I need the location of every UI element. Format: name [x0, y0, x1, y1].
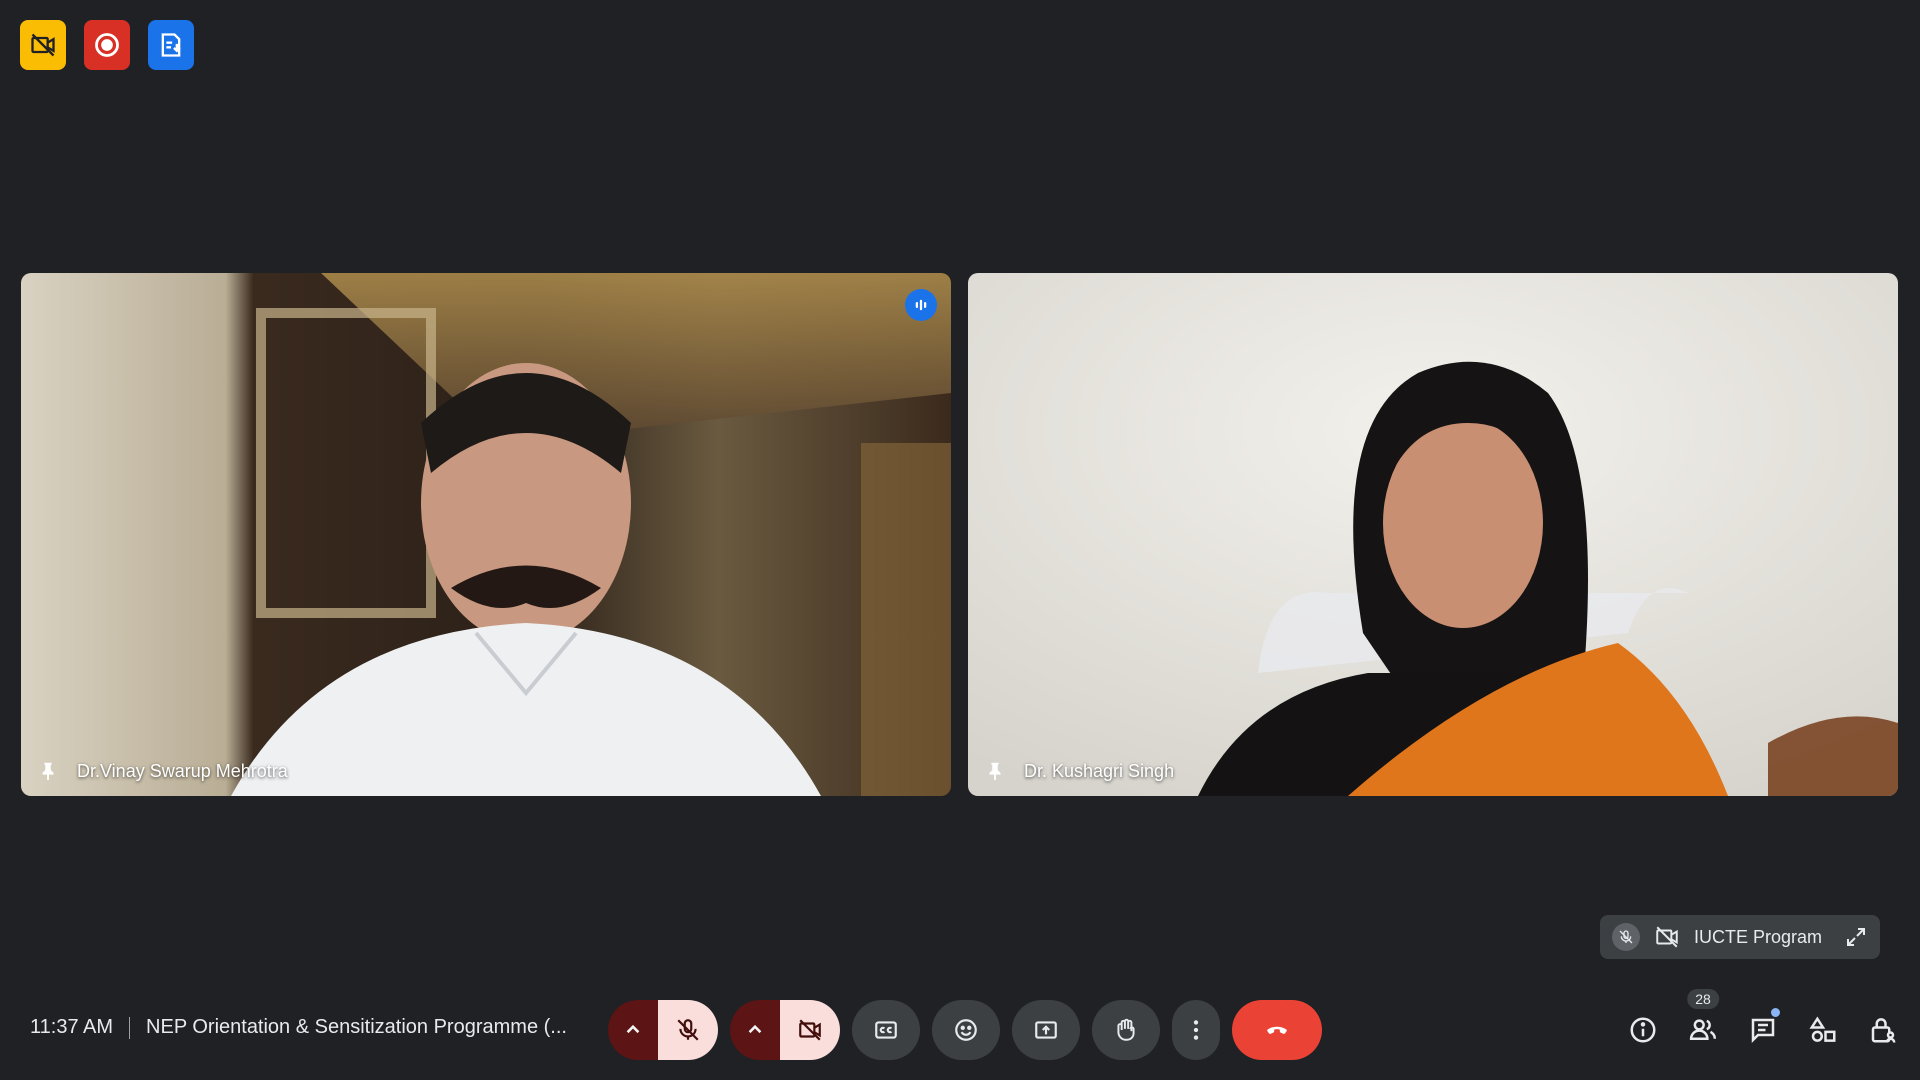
- self-view-tile[interactable]: IUCTE Program: [1600, 915, 1880, 959]
- meeting-details-button[interactable]: [1628, 1006, 1658, 1054]
- meeting-tools: 28: [1628, 989, 1898, 1054]
- no-video-indicator[interactable]: [20, 20, 66, 70]
- people-icon: [1689, 1019, 1717, 1040]
- lock-person-icon: [1871, 1018, 1896, 1043]
- chevron-up-icon: [748, 1024, 762, 1034]
- people-button[interactable]: 28: [1687, 989, 1719, 1054]
- self-view-name: IUCTE Program: [1694, 926, 1823, 947]
- present-screen-icon: [1035, 1021, 1057, 1039]
- mic-off-icon: [677, 1019, 699, 1041]
- participant-video: [968, 273, 1898, 796]
- participant-name-label: Dr.Vinay Swarup Mehrotra: [37, 760, 288, 782]
- divider: [129, 1016, 131, 1039]
- meeting-details: 11:37 AM NEP Orientation & Sensitization…: [30, 1016, 567, 1039]
- transcript-indicator[interactable]: [148, 20, 194, 70]
- speaking-indicator: [905, 289, 937, 321]
- raise-hand-button[interactable]: [1092, 1000, 1160, 1060]
- participant-name: Dr. Kushagri Singh: [1024, 760, 1175, 781]
- audio-level-icon: [915, 299, 927, 311]
- participant-tile[interactable]: Dr.Vinay Swarup Mehrotra: [21, 273, 951, 796]
- mic-off-icon: [1619, 930, 1633, 944]
- participant-video: [21, 273, 951, 796]
- closed-captions-icon: [875, 1021, 897, 1039]
- no-video-icon: [31, 33, 55, 57]
- emoji-icon: [955, 1019, 977, 1041]
- activities-button[interactable]: [1808, 1006, 1838, 1054]
- meeting-title: NEP Orientation & Sensitization Programm…: [146, 1016, 567, 1038]
- chevron-up-icon: [626, 1024, 640, 1034]
- call-controls: [608, 1000, 1322, 1060]
- leave-call-button[interactable]: [1232, 1000, 1322, 1060]
- recording-icon: [95, 33, 119, 57]
- camera-off-icon: [799, 1019, 821, 1041]
- more-vert-icon: [1193, 1020, 1199, 1040]
- recording-indicator[interactable]: [84, 20, 130, 70]
- participant-tile[interactable]: Dr. Kushagri Singh: [968, 273, 1898, 796]
- camera-toggle-button[interactable]: [780, 1000, 840, 1060]
- chat-button[interactable]: [1748, 1006, 1780, 1054]
- pin-icon[interactable]: [984, 760, 1006, 782]
- hand-icon: [1117, 1018, 1135, 1041]
- video-settings-button[interactable]: [730, 1000, 780, 1060]
- chat-icon: [1751, 1018, 1775, 1044]
- audio-settings-button[interactable]: [608, 1000, 658, 1060]
- activities-icon: [1809, 1016, 1836, 1042]
- current-time: 11:37 AM: [30, 1016, 114, 1038]
- microphone-toggle-button[interactable]: [658, 1000, 718, 1060]
- transcript-icon: [161, 33, 181, 57]
- expand-icon[interactable]: [1844, 925, 1868, 949]
- call-end-icon: [1267, 1026, 1287, 1034]
- participant-name: Dr.Vinay Swarup Mehrotra: [77, 760, 288, 781]
- info-icon: [1630, 1017, 1656, 1043]
- participant-count-badge: 28: [1687, 989, 1719, 1009]
- more-options-button[interactable]: [1172, 1000, 1220, 1060]
- mic-control: [608, 1000, 718, 1060]
- mic-off-badge: [1612, 923, 1640, 951]
- participant-name-label: Dr. Kushagri Singh: [984, 760, 1174, 782]
- meeting-indicators: [20, 20, 194, 70]
- pin-icon[interactable]: [37, 760, 59, 782]
- reactions-button[interactable]: [932, 1000, 1000, 1060]
- present-screen-button[interactable]: [1012, 1000, 1080, 1060]
- unread-dot: [1771, 1008, 1780, 1017]
- captions-button[interactable]: [852, 1000, 920, 1060]
- camera-control: [730, 1000, 840, 1060]
- camera-off-icon: [1656, 926, 1678, 948]
- host-controls-button[interactable]: [1868, 1006, 1898, 1054]
